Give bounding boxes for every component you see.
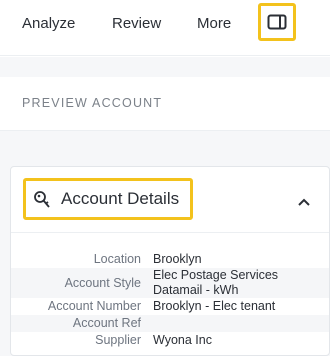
detail-value: Wyona Inc (153, 333, 212, 347)
account-details-list: Location Brooklyn Account Style Elec Pos… (11, 251, 329, 349)
detail-row-location: Location Brooklyn (11, 251, 329, 268)
nav-review[interactable]: Review (112, 15, 161, 32)
key-icon (34, 191, 50, 208)
detail-label: Location (93, 252, 141, 266)
detail-row-account-ref: Account Ref (11, 315, 329, 332)
detail-label: Account Ref (72, 316, 141, 330)
detail-row-account-number: Account Number Brooklyn - Elec tenant (11, 298, 329, 315)
detail-value: Elec Postage Services Datamail - kWh (153, 268, 279, 297)
detail-label: Supplier (95, 333, 141, 347)
header-gap (0, 57, 330, 77)
card-header[interactable]: Account Details (11, 167, 329, 233)
nav-analyze[interactable]: Analyze (22, 15, 75, 32)
detail-row-account-style: Account Style Elec Postage Services Data… (11, 268, 329, 298)
nav-more[interactable]: More (197, 15, 231, 32)
panel-toggle-icon (267, 14, 287, 30)
detail-label: Account Number (47, 299, 141, 313)
account-details-card: Account Details Location Brooklyn Accoun… (10, 166, 330, 356)
detail-label: Account Style (64, 275, 141, 290)
top-navigation-bar: Analyze Review More (0, 0, 330, 56)
detail-value: Brooklyn (153, 252, 202, 266)
preview-account-heading: PREVIEW ACCOUNT (22, 96, 163, 110)
detail-value: Brooklyn - Elec tenant (153, 299, 276, 313)
detail-row-supplier: Supplier Wyona Inc (11, 332, 329, 349)
card-title: Account Details (61, 189, 180, 208)
panel-toggle-button[interactable] (258, 3, 296, 41)
chevron-up-icon[interactable] (297, 197, 311, 207)
